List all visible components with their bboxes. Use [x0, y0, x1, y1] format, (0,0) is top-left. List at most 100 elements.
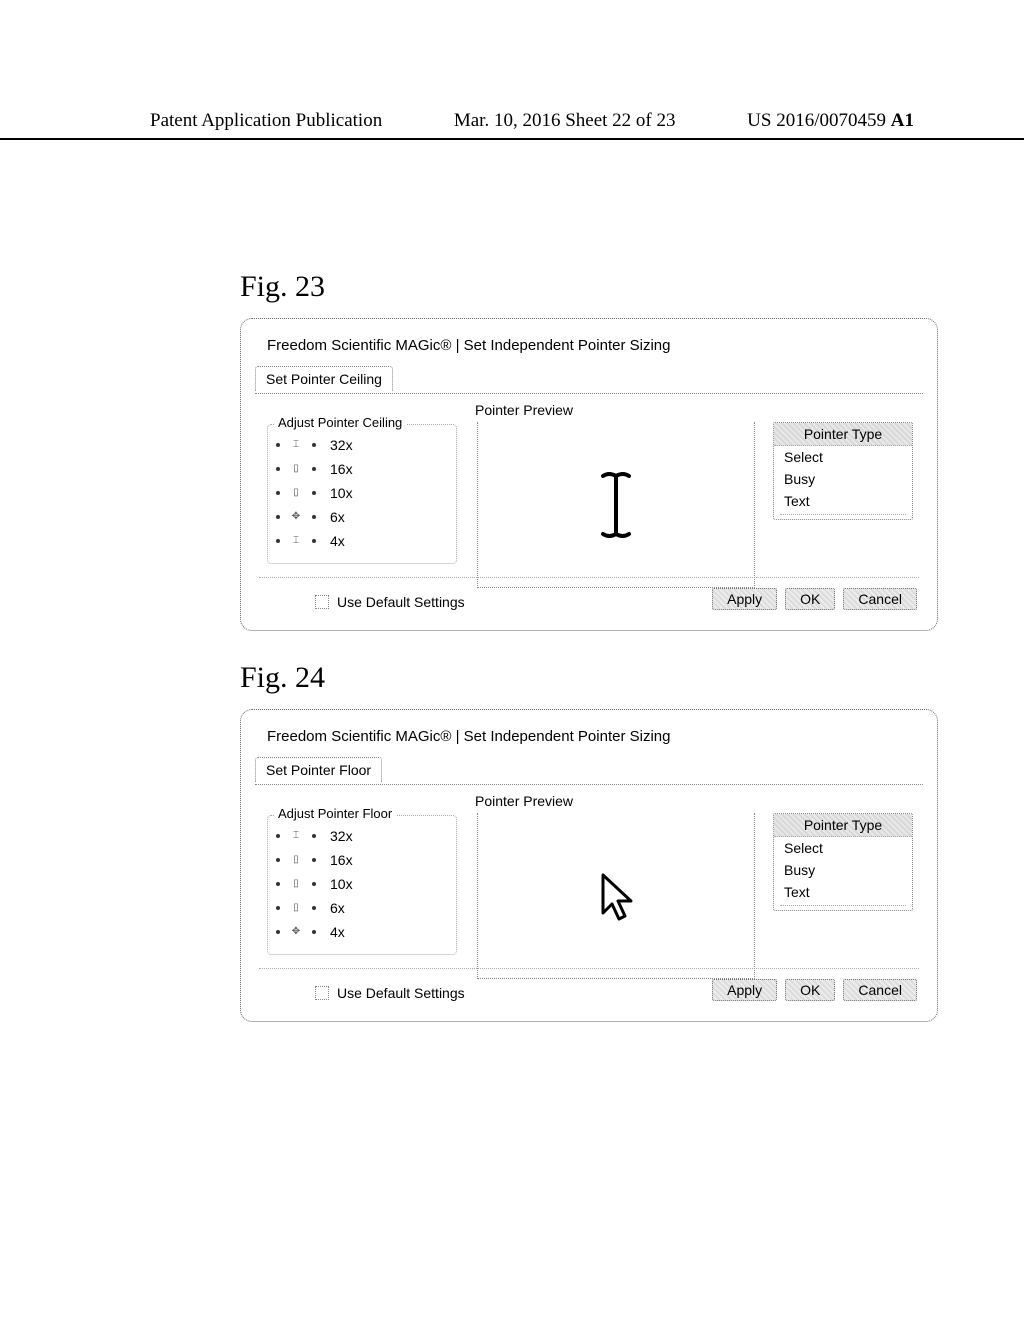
tick-dot-icon [312, 443, 316, 447]
cancel-button[interactable]: Cancel [843, 979, 917, 1001]
divider [259, 577, 919, 578]
slider-tick[interactable]: ⌶ 32x [276, 433, 448, 457]
tab-bar: Set Pointer Ceiling [255, 364, 923, 394]
slider-tick-selected[interactable]: ✥ 4x [276, 920, 448, 944]
tab-set-pointer-floor[interactable]: Set Pointer Floor [255, 757, 382, 782]
slider-value: 4x [330, 533, 345, 549]
slider-tick[interactable]: ▯ 6x [276, 896, 448, 920]
tick-dot-icon [312, 930, 316, 934]
header-right-suffix: A1 [891, 110, 914, 131]
tab-body: Pointer Preview Adjust Pointer Ceiling ⌶… [255, 402, 923, 612]
page-header: Patent Application Publication Mar. 10, … [0, 0, 1024, 140]
arrow-cursor-icon [593, 869, 639, 923]
preview-header: Pointer Preview [475, 793, 923, 809]
use-default-settings-row[interactable]: Use Default Settings [315, 594, 465, 610]
pointer-type-item-text[interactable]: Text [774, 490, 912, 512]
slider-value: 16x [330, 461, 353, 477]
dialog-title: Freedom Scientific MAGic® | Set Independ… [267, 337, 923, 354]
adjust-pointer-ceiling-group: Adjust Pointer Ceiling ⌶ 32x ▯ 16x ▯ [267, 424, 457, 564]
tab-body: Pointer Preview Adjust Pointer Floor ⌶ 3… [255, 793, 923, 1003]
use-default-label: Use Default Settings [337, 985, 465, 1001]
use-default-settings-row[interactable]: Use Default Settings [315, 985, 465, 1001]
figure-label-23: Fig. 23 [240, 270, 914, 304]
cursor-mini-icon: ⌶ [288, 536, 304, 546]
cursor-mini-icon: ▯ [288, 903, 304, 913]
pointer-type-list: Pointer Type Select Busy Text [773, 422, 913, 520]
dialog-button-row: Apply OK Cancel [712, 979, 917, 1001]
tick-dot-icon [312, 906, 316, 910]
tick-dot-icon [312, 539, 316, 543]
pointer-type-item-busy[interactable]: Busy [774, 859, 912, 881]
pointer-type-item-select[interactable]: Select [774, 837, 912, 859]
slider-value: 32x [330, 437, 353, 453]
tab-bar: Set Pointer Floor [255, 755, 923, 785]
tick-dot-icon [312, 834, 316, 838]
tick-dot-icon [276, 539, 280, 543]
tick-dot-icon [276, 834, 280, 838]
slider-value: 32x [330, 828, 353, 844]
slider-tick[interactable]: ▯ 10x [276, 481, 448, 505]
pointer-type-header: Pointer Type [774, 423, 912, 446]
tick-dot-icon [276, 491, 280, 495]
pointer-type-item-select[interactable]: Select [774, 446, 912, 468]
ok-button[interactable]: OK [785, 588, 835, 610]
header-right-prefix: US 2016/0070459 [747, 110, 891, 131]
pointer-type-list: Pointer Type Select Busy Text [773, 813, 913, 911]
adjust-pointer-floor-group: Adjust Pointer Floor ⌶ 32x ▯ 16x ▯ [267, 815, 457, 955]
pointer-preview-box [477, 422, 755, 588]
pointer-preview-box [477, 813, 755, 979]
slider-tick-selected[interactable]: ✥ 6x [276, 505, 448, 529]
cursor-mini-icon: ▯ [288, 879, 304, 889]
slider-legend: Adjust Pointer Ceiling [274, 415, 406, 430]
checkbox-icon[interactable] [315, 595, 329, 609]
slider-value: 4x [330, 924, 345, 940]
tick-dot-icon [276, 906, 280, 910]
tick-dot-icon [312, 515, 316, 519]
cursor-mini-icon: ⌶ [288, 440, 304, 450]
preview-header: Pointer Preview [475, 402, 923, 418]
cancel-button[interactable]: Cancel [843, 588, 917, 610]
slider-legend: Adjust Pointer Floor [274, 806, 396, 821]
header-mid: Mar. 10, 2016 Sheet 22 of 23 [454, 110, 676, 132]
tick-dot-icon [276, 443, 280, 447]
tick-dot-icon [312, 858, 316, 862]
slider-value: 10x [330, 876, 353, 892]
header-right: US 2016/0070459 A1 [747, 110, 914, 132]
tick-dot-icon [276, 515, 280, 519]
tick-dot-icon [276, 930, 280, 934]
pointer-type-item-text[interactable]: Text [774, 881, 912, 903]
dialog-fig24: Freedom Scientific MAGic® | Set Independ… [240, 709, 938, 1022]
slider-tick[interactable]: ▯ 16x [276, 848, 448, 872]
header-left: Patent Application Publication [150, 110, 382, 132]
cursor-mini-icon: ✥ [288, 927, 304, 937]
tick-dot-icon [276, 882, 280, 886]
slider-tick[interactable]: ▯ 10x [276, 872, 448, 896]
divider [780, 905, 906, 906]
cursor-mini-icon: ▯ [288, 855, 304, 865]
apply-button[interactable]: Apply [712, 979, 777, 1001]
cursor-mini-icon: ▯ [288, 464, 304, 474]
tick-dot-icon [312, 467, 316, 471]
cursor-mini-icon: ▯ [288, 488, 304, 498]
slider-value: 6x [330, 509, 345, 525]
slider-value: 16x [330, 852, 353, 868]
tab-set-pointer-ceiling[interactable]: Set Pointer Ceiling [255, 366, 393, 391]
ok-button[interactable]: OK [785, 979, 835, 1001]
tick-dot-icon [276, 467, 280, 471]
cursor-mini-icon: ⌶ [288, 831, 304, 841]
pointer-type-header: Pointer Type [774, 814, 912, 837]
cursor-mini-icon: ✥ [288, 512, 304, 522]
slider-value: 6x [330, 900, 345, 916]
slider-value: 10x [330, 485, 353, 501]
pointer-type-item-busy[interactable]: Busy [774, 468, 912, 490]
tick-dot-icon [276, 858, 280, 862]
dialog-button-row: Apply OK Cancel [712, 588, 917, 610]
tick-dot-icon [312, 882, 316, 886]
slider-tick[interactable]: ▯ 16x [276, 457, 448, 481]
slider-tick[interactable]: ⌶ 32x [276, 824, 448, 848]
divider [259, 968, 919, 969]
slider-tick[interactable]: ⌶ 4x [276, 529, 448, 553]
apply-button[interactable]: Apply [712, 588, 777, 610]
checkbox-icon[interactable] [315, 986, 329, 1000]
use-default-label: Use Default Settings [337, 594, 465, 610]
